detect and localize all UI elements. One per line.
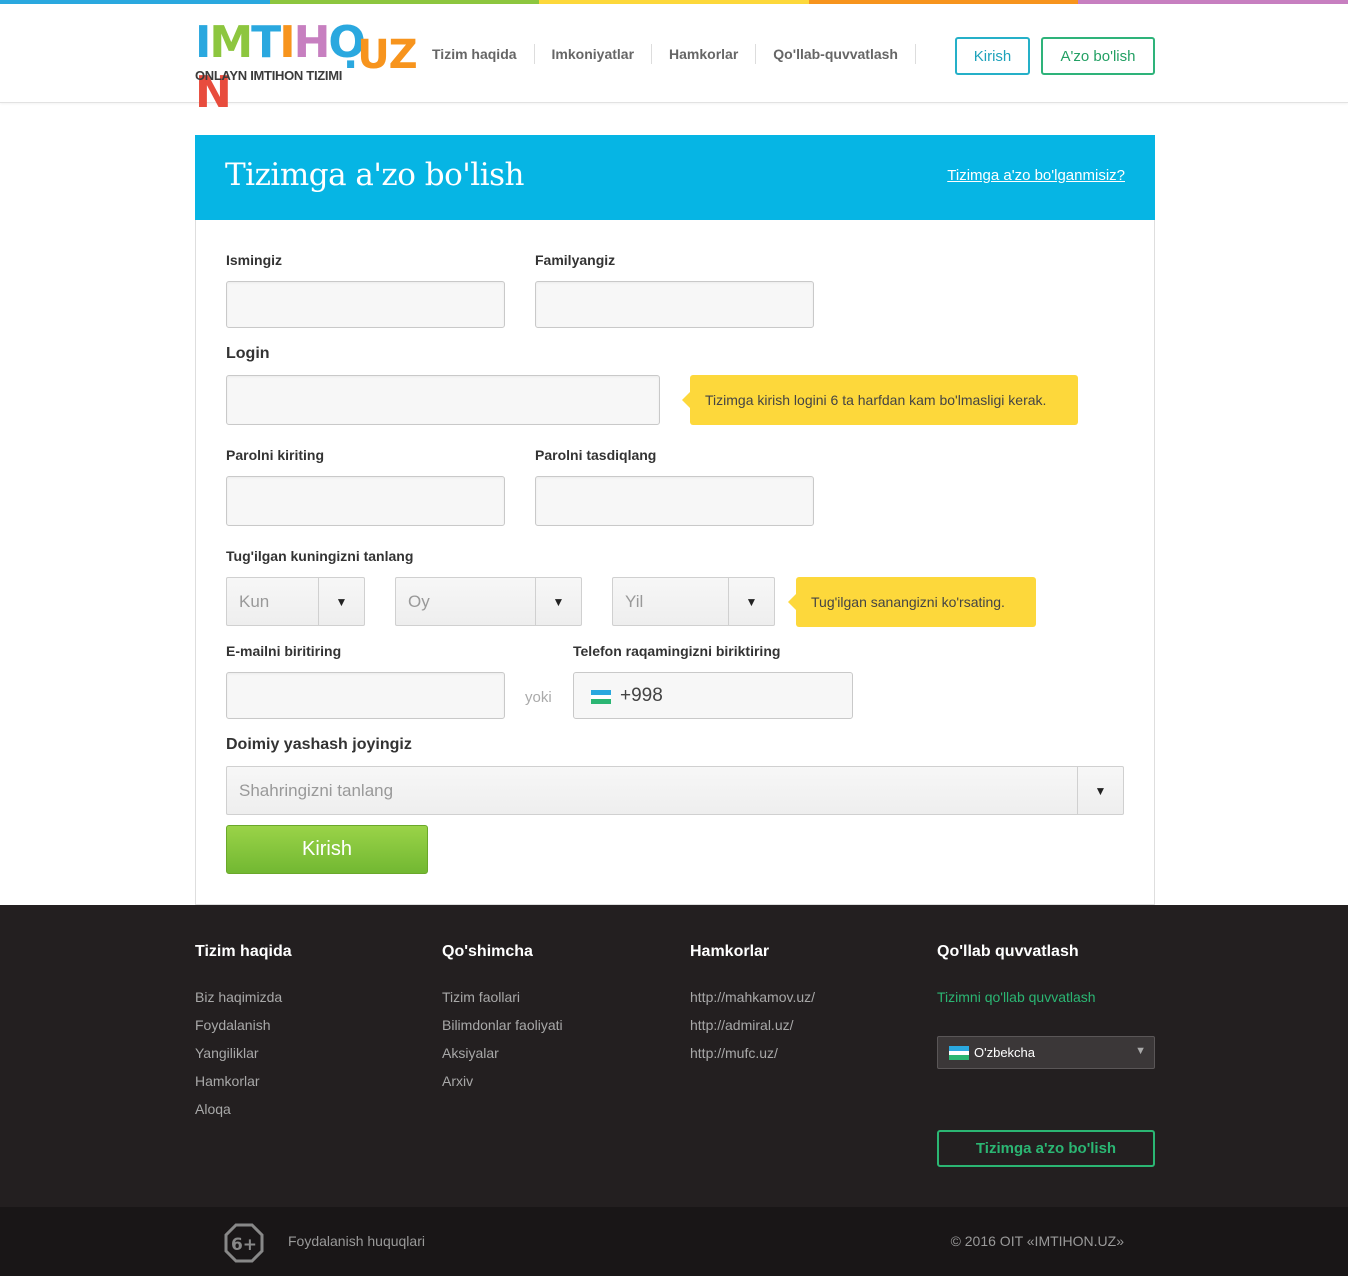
- footer-link[interactable]: Hamkorlar: [195, 1067, 292, 1095]
- footer-heading: Qo'shimcha: [442, 943, 533, 960]
- month-placeholder: Oy: [408, 592, 430, 611]
- rights-link[interactable]: Foydalanish huquqlari: [288, 1233, 425, 1249]
- uzbekistan-flag-icon: [949, 1046, 969, 1061]
- register-button[interactable]: A'zo bo'lish: [1041, 37, 1155, 75]
- password-confirm-field[interactable]: [535, 476, 814, 526]
- login-field[interactable]: [226, 375, 660, 425]
- footer-heading: Qo'llab quvvatlash: [937, 943, 1079, 960]
- footer-col-about: Tizim haqida Biz haqimizda Foydalanish Y…: [195, 943, 292, 1123]
- phone-label: Telefon raqamingizni biriktiring: [573, 643, 781, 659]
- age-rating-badge: 6+: [224, 1223, 264, 1263]
- login-hint-tooltip: Tizimga kirish logini 6 ta harfdan kam b…: [682, 375, 1078, 425]
- footer-col-extra: Qo'shimcha Tizim faollari Bilimdonlar fa…: [442, 943, 563, 1095]
- month-select[interactable]: Oy ▼: [395, 577, 582, 626]
- footer-link[interactable]: Aloqa: [195, 1095, 292, 1123]
- birthday-hint-tooltip: Tug'ilgan sanangizni ko'rsating.: [788, 577, 1036, 627]
- chevron-down-icon: ▼: [535, 578, 581, 625]
- site-logo[interactable]: IMTIHON .UZ ONLAYN IMTIHON TIZIMI: [195, 18, 418, 118]
- chevron-down-icon: ▼: [318, 578, 364, 625]
- copyright: © 2016 OIT «IMTIHON.UZ»: [950, 1233, 1124, 1249]
- nav-item-about[interactable]: Tizim haqida: [415, 44, 535, 64]
- nav-item-support[interactable]: Qo'llab-quvvatlash: [756, 44, 916, 64]
- city-placeholder: Shahringizni tanlang: [239, 781, 394, 800]
- nav-item-partners[interactable]: Hamkorlar: [652, 44, 757, 64]
- footer-link[interactable]: Foydalanish: [195, 1011, 292, 1039]
- page-title: Tizimga a'zo bo'lish: [225, 157, 525, 193]
- already-member-link[interactable]: Tizimga a'zo bo'lganmisiz?: [947, 167, 1125, 184]
- footer-link[interactable]: Biz haqimizda: [195, 983, 292, 1011]
- year-placeholder: Yil: [625, 592, 644, 611]
- residence-label: Doimiy yashash joyingiz: [226, 736, 412, 753]
- footer-link[interactable]: http://admiral.uz/: [690, 1011, 815, 1039]
- site-footer: Tizim haqida Biz haqimizda Foydalanish Y…: [0, 905, 1348, 1207]
- footer-link[interactable]: Yangiliklar: [195, 1039, 292, 1067]
- age-rating-text: 6+: [231, 1235, 257, 1255]
- language-select[interactable]: O'zbekcha ▼: [937, 1036, 1155, 1069]
- password-confirm-label: Parolni tasdiqlang: [535, 447, 657, 463]
- footer-link[interactable]: Tizim faollari: [442, 983, 563, 1011]
- login-label: Login: [226, 345, 270, 362]
- day-placeholder: Kun: [239, 592, 270, 611]
- login-button[interactable]: Kirish: [955, 37, 1030, 75]
- logo-suffix: .UZ: [343, 32, 418, 78]
- footer-link[interactable]: Aksiyalar: [442, 1039, 563, 1067]
- chevron-down-icon: ▼: [728, 578, 774, 625]
- footer-link[interactable]: http://mufc.uz/: [690, 1039, 815, 1067]
- day-select[interactable]: Kun ▼: [226, 577, 365, 626]
- first-name-field[interactable]: [226, 281, 505, 328]
- chevron-down-icon: ▼: [1077, 767, 1123, 814]
- card-header: Tizimga a'zo bo'lish Tizimga a'zo bo'lga…: [195, 135, 1155, 220]
- uzbekistan-flag-icon: [591, 690, 611, 705]
- phone-country-code: +998: [620, 685, 663, 706]
- footer-col-support: Qo'llab quvvatlash Tizimni qo'llab quvva…: [937, 943, 1096, 1011]
- submit-button[interactable]: Kirish: [226, 825, 428, 874]
- footer-col-partners: Hamkorlar http://mahkamov.uz/ http://adm…: [690, 943, 815, 1067]
- birthday-label: Tug'ilgan kuningizni tanlang: [226, 548, 414, 564]
- phone-field[interactable]: +998: [573, 672, 853, 719]
- footer-register-button[interactable]: Tizimga a'zo bo'lish: [937, 1130, 1155, 1167]
- main-nav: Tizim haqida Imkoniyatlar Hamkorlar Qo'l…: [415, 44, 916, 64]
- bottom-bar: 6+ Foydalanish huquqlari © 2016 OIT «IMT…: [0, 1207, 1348, 1276]
- footer-link[interactable]: Bilimdonlar faoliyati: [442, 1011, 563, 1039]
- first-name-label: Ismingiz: [226, 252, 283, 268]
- email-field[interactable]: [226, 672, 505, 719]
- last-name-field[interactable]: [535, 281, 814, 328]
- logo-subtitle: ONLAYN IMTIHON TIZIMI: [195, 68, 343, 83]
- password-field[interactable]: [226, 476, 505, 526]
- chevron-down-icon: ▼: [1135, 1045, 1146, 1057]
- footer-link[interactable]: Arxiv: [442, 1067, 563, 1095]
- city-select[interactable]: Shahringizni tanlang ▼: [226, 766, 1124, 815]
- year-select[interactable]: Yil ▼: [612, 577, 775, 626]
- nav-item-features[interactable]: Imkoniyatlar: [535, 44, 653, 64]
- footer-heading: Hamkorlar: [690, 943, 770, 960]
- email-label: E-mailni biritiring: [226, 643, 342, 659]
- password-label: Parolni kiriting: [226, 447, 325, 463]
- site-header: IMTIHON .UZ ONLAYN IMTIHON TIZIMI Tizim …: [0, 4, 1348, 118]
- or-separator: yoki: [525, 689, 552, 706]
- last-name-label: Familyangiz: [535, 252, 616, 268]
- support-link[interactable]: Tizimni qo'llab quvvatlash: [937, 983, 1096, 1011]
- language-label: O'zbekcha: [974, 1045, 1036, 1060]
- footer-heading: Tizim haqida: [195, 943, 292, 960]
- footer-link[interactable]: http://mahkamov.uz/: [690, 983, 815, 1011]
